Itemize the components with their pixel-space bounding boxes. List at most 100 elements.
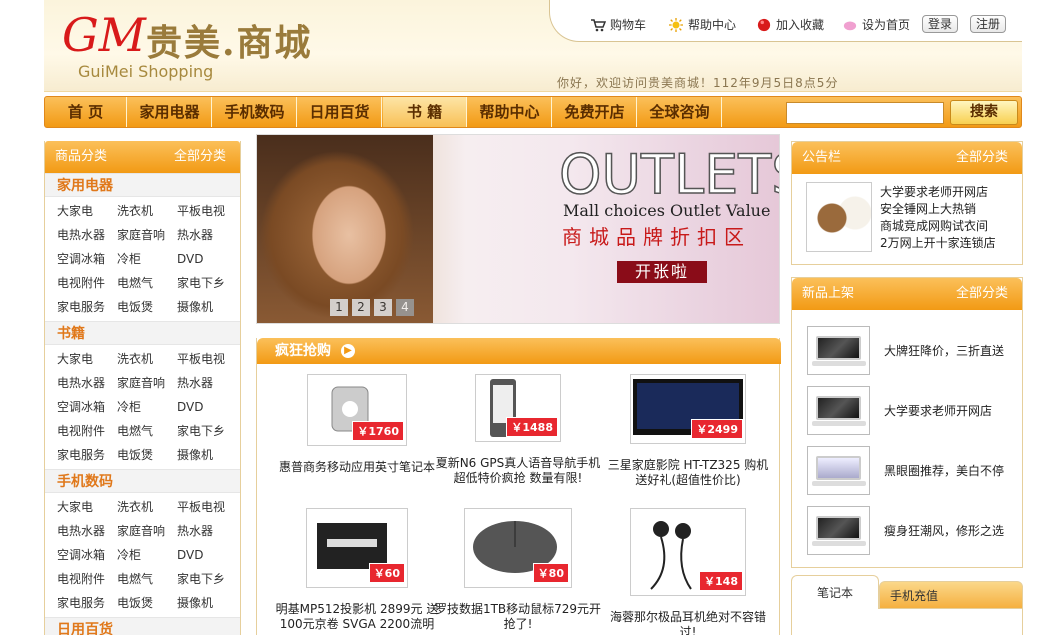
product-image[interactable]: ￥80 <box>464 508 572 588</box>
category-item[interactable]: 摄像机 <box>177 591 237 615</box>
category-item[interactable]: 空调冰箱 <box>57 395 117 419</box>
help-link[interactable]: 帮助中心 <box>668 16 736 33</box>
nav-global[interactable]: 全球咨询 <box>638 97 722 127</box>
category-item[interactable]: 家庭音响 <box>117 223 177 247</box>
category-item[interactable]: 摄像机 <box>177 295 237 319</box>
category-item[interactable]: 热水器 <box>177 223 237 247</box>
logo[interactable]: GM 贵美.商城 GuiMei Shopping <box>62 12 322 88</box>
category-title-0[interactable]: 家用电器 <box>45 173 240 197</box>
notice-item[interactable]: 安全锤网上大热销 <box>880 201 996 218</box>
category-item[interactable]: 平板电视 <box>177 347 237 371</box>
category-item[interactable]: 电燃气 <box>117 271 177 295</box>
search-button[interactable]: 搜索 <box>950 100 1018 125</box>
category-item[interactable]: DVD <box>177 247 237 271</box>
nav-appliances[interactable]: 家用电器 <box>128 97 212 127</box>
category-title-1[interactable]: 书籍 <box>45 321 240 345</box>
category-item[interactable]: 电热水器 <box>57 371 117 395</box>
register-button[interactable]: 注册 <box>970 15 1007 33</box>
category-item[interactable]: 大家电 <box>57 199 117 223</box>
nav-help[interactable]: 帮助中心 <box>468 97 552 127</box>
notice-all-link[interactable]: 全部分类 <box>956 142 1008 174</box>
category-item[interactable]: 家电下乡 <box>177 271 237 295</box>
new-product-image[interactable] <box>807 326 870 375</box>
category-item[interactable]: 冷柜 <box>117 543 177 567</box>
category-item[interactable]: 电热水器 <box>57 519 117 543</box>
product-name[interactable]: 罗技数据1TB移动鼠标729元开抢了! <box>433 602 603 632</box>
product-image[interactable]: ￥2499 <box>630 374 746 444</box>
product-card[interactable]: ￥1760 惠普商务移动应用英寸笔记本 <box>272 374 442 475</box>
category-item[interactable]: 电热水器 <box>57 223 117 247</box>
product-image[interactable]: ￥1760 <box>307 374 407 446</box>
new-product-image[interactable] <box>807 446 870 495</box>
category-item[interactable]: DVD <box>177 395 237 419</box>
product-name[interactable]: 三星家庭影院 HT-TZ325 购机送好礼(超值性价比) <box>603 458 773 488</box>
category-item[interactable]: 家电下乡 <box>177 419 237 443</box>
new-product-label[interactable]: 大学要求老师开网店 <box>884 402 992 419</box>
category-item[interactable]: 电视附件 <box>57 567 117 591</box>
nav-digital[interactable]: 手机数码 <box>213 97 297 127</box>
product-name[interactable]: 夏新N6 GPS真人语音导航手机 超低特价疯抢 数量有限! <box>433 456 603 486</box>
new-product-label[interactable]: 黑眼圈推荐，美白不停 <box>884 462 1004 479</box>
category-item[interactable]: DVD <box>177 543 237 567</box>
category-item[interactable]: 热水器 <box>177 519 237 543</box>
product-card[interactable]: ￥1488 夏新N6 GPS真人语音导航手机 超低特价疯抢 数量有限! <box>433 374 603 486</box>
search-input[interactable] <box>786 102 944 124</box>
all-categories-link[interactable]: 全部分类 <box>174 141 226 173</box>
nav-open-shop[interactable]: 免费开店 <box>553 97 637 127</box>
category-item[interactable]: 摄像机 <box>177 443 237 467</box>
category-item[interactable]: 电视附件 <box>57 271 117 295</box>
category-item[interactable]: 电燃气 <box>117 567 177 591</box>
homepage-link[interactable]: 设为首页 <box>842 16 910 33</box>
category-item[interactable]: 平板电视 <box>177 495 237 519</box>
category-item[interactable]: 电饭煲 <box>117 295 177 319</box>
product-card[interactable]: ￥148 海蓉那尔极品耳机绝对不容错过! <box>603 508 773 635</box>
login-button[interactable]: 登录 <box>922 15 959 33</box>
tab-phone-recharge[interactable]: 手机充值 <box>879 581 1023 609</box>
category-item[interactable]: 家庭音响 <box>117 519 177 543</box>
category-item[interactable]: 电饭煲 <box>117 443 177 467</box>
new-product-label[interactable]: 瘦身狂潮风，修形之选 <box>884 522 1004 539</box>
product-image[interactable]: ￥148 <box>630 508 746 596</box>
product-image[interactable]: ￥60 <box>306 508 408 588</box>
product-card[interactable]: ￥80 罗技数据1TB移动鼠标729元开抢了! <box>433 508 603 632</box>
arrow-right-icon[interactable]: ▶ <box>341 344 355 358</box>
banner[interactable]: OUTLETS Mall choices Outlet Value 商城品牌折扣… <box>256 134 780 324</box>
notice-item[interactable]: 2万网上开十家连锁店 <box>880 235 996 252</box>
product-card[interactable]: ￥60 明基MP512投影机 2899元 送100元京卷 SVGA 2200流明 <box>272 508 442 632</box>
banner-page-4[interactable]: 4 <box>396 299 414 316</box>
category-item[interactable]: 电燃气 <box>117 419 177 443</box>
category-item[interactable]: 大家电 <box>57 347 117 371</box>
category-item[interactable]: 家庭音响 <box>117 371 177 395</box>
category-item[interactable]: 空调冰箱 <box>57 543 117 567</box>
nav-home[interactable]: 首 页 <box>45 97 127 127</box>
category-item[interactable]: 洗衣机 <box>117 347 177 371</box>
category-item[interactable]: 冷柜 <box>117 395 177 419</box>
cart-link[interactable]: 购物车 <box>590 16 646 33</box>
nav-books[interactable]: 书 籍 <box>383 97 467 127</box>
category-item[interactable]: 家电服务 <box>57 443 117 467</box>
banner-page-1[interactable]: 1 <box>330 299 348 316</box>
category-item[interactable]: 家电服务 <box>57 295 117 319</box>
tab-laptop[interactable]: 笔记本 <box>791 575 879 609</box>
new-product-image[interactable] <box>807 506 870 555</box>
product-name[interactable]: 明基MP512投影机 2899元 送100元京卷 SVGA 2200流明 <box>272 602 442 632</box>
category-item[interactable]: 电饭煲 <box>117 591 177 615</box>
product-image[interactable]: ￥1488 <box>475 374 561 442</box>
category-item[interactable]: 洗衣机 <box>117 495 177 519</box>
product-name[interactable]: 海蓉那尔极品耳机绝对不容错过! <box>603 610 773 635</box>
nav-daily[interactable]: 日用百货 <box>298 97 382 127</box>
category-item[interactable]: 家电下乡 <box>177 567 237 591</box>
new-products-all-link[interactable]: 全部分类 <box>956 278 1008 310</box>
category-item[interactable]: 电视附件 <box>57 419 117 443</box>
category-title-3[interactable]: 日用百货 <box>45 617 240 635</box>
new-product-image[interactable] <box>807 386 870 435</box>
favorite-link[interactable]: 加入收藏 <box>756 16 824 33</box>
notice-item[interactable]: 商城竞成网购试衣间 <box>880 218 996 235</box>
category-item[interactable]: 热水器 <box>177 371 237 395</box>
category-item[interactable]: 空调冰箱 <box>57 247 117 271</box>
banner-page-3[interactable]: 3 <box>374 299 392 316</box>
product-card[interactable]: ￥2499 三星家庭影院 HT-TZ325 购机送好礼(超值性价比) <box>603 374 773 488</box>
category-item[interactable]: 洗衣机 <box>117 199 177 223</box>
category-item[interactable]: 家电服务 <box>57 591 117 615</box>
notice-item[interactable]: 大学要求老师开网店 <box>880 184 996 201</box>
